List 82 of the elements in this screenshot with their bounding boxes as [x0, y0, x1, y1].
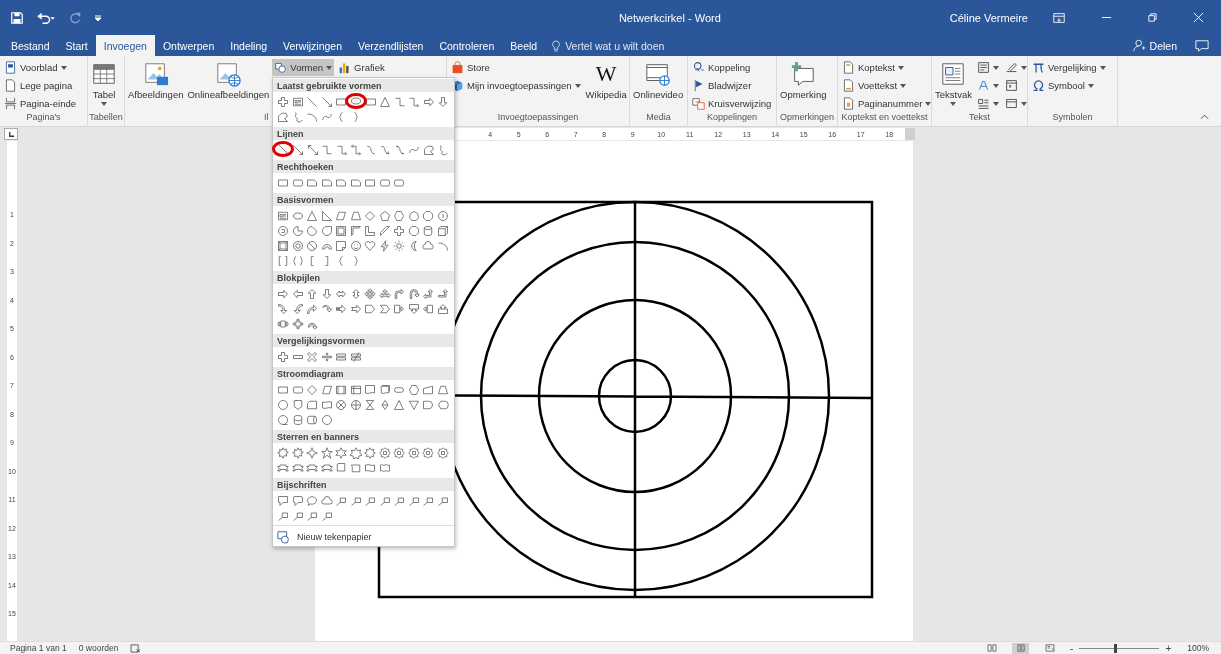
group-label: Il [264, 112, 269, 124]
button-label: Tekstvak [935, 89, 972, 100]
ribbon-button[interactable]: Voettekst [840, 77, 931, 94]
button-label: Paginanummer [858, 98, 923, 109]
wikipedia-logo: W [595, 61, 617, 87]
ribbon-tab[interactable]: Bestand [3, 35, 58, 56]
ribbon-button[interactable]: Voorblad [2, 59, 78, 76]
category-header: Sterren en banners [273, 430, 454, 443]
ribbon-button[interactable]: Onlineafbeeldingen [186, 59, 271, 102]
category-header: Basisvormen [273, 193, 454, 206]
ribbon-button[interactable]: Vormen [272, 59, 335, 76]
category-header: Laatst gebruikte vormen [273, 79, 454, 92]
ribbon-button[interactable]: Lege pagina [2, 77, 78, 94]
ribbon-button[interactable]: Kruisverwijzing [690, 95, 774, 112]
ribbon-tab[interactable]: Start [57, 35, 96, 56]
user-name[interactable]: Céline Vermeire [949, 11, 1028, 24]
button-label: Symbool [1048, 80, 1085, 91]
group-label: Media [646, 112, 671, 124]
window-title: Netwerkcirkel - Word [617, 11, 722, 24]
button-label: Pagina-einde [20, 98, 76, 109]
category-header: Vergelijkingsvormen [273, 334, 454, 347]
ribbon-button[interactable]: Store [449, 59, 583, 76]
tell-me-field[interactable]: Vertel wat u wilt doen [565, 39, 706, 52]
button-label: Voorblad [20, 62, 58, 73]
zoom-in-button[interactable]: + [1165, 642, 1172, 654]
ribbon-button[interactable]: Vergelijking [1030, 59, 1108, 76]
group-label: Koptekst en voettekst [841, 112, 928, 124]
button-label: Vormen [290, 62, 324, 73]
button-label: Mijn invoegtoepassingen [467, 80, 572, 91]
category-header: Bijschriften [273, 478, 454, 491]
ribbon-button[interactable]: W Wikipedia [584, 59, 628, 102]
button-label: Koptekst [858, 62, 895, 73]
group-label: Tekst [969, 112, 990, 124]
new-drawing-canvas-item[interactable]: Nieuw tekenpapier [277, 530, 372, 544]
ribbon-button[interactable]: Tabel [90, 59, 118, 108]
ribbon-tab[interactable]: Beeld [502, 35, 546, 56]
group-label: Tabellen [89, 112, 123, 124]
category-header: Rechthoeken [273, 160, 454, 173]
button-label: Koppeling [708, 62, 751, 73]
group-label: Koppelingen [706, 112, 757, 124]
share-button[interactable]: Delen [1122, 35, 1187, 56]
ribbon-tab[interactable]: Controleren [431, 35, 503, 56]
button-label: Wikipedia [585, 89, 627, 100]
button-label: Kruisverwijzing [708, 98, 772, 109]
ribbon-button[interactable]: Koppeling [690, 59, 774, 76]
category-header: Blokpijlen [273, 271, 454, 284]
ribbon-button[interactable]: Tekstvak [934, 59, 973, 108]
ribbon-button[interactable]: Symbool [1030, 77, 1108, 94]
button-label: Onlineafbeeldingen [187, 89, 270, 100]
button-label: Onlinevideo [633, 89, 684, 100]
category-header: Stroomdiagram [273, 367, 454, 380]
category-header: Lijnen [273, 127, 454, 140]
zoom-level[interactable]: 100% [1187, 643, 1209, 653]
ribbon-button[interactable]: Pagina-einde [2, 95, 78, 112]
ribbon-button[interactable]: Grafiek [336, 59, 387, 76]
button-label: Vergelijking [1048, 62, 1097, 73]
ribbon-button[interactable]: Onlinevideo [632, 59, 685, 102]
button-label: Store [467, 62, 490, 73]
button-label: Bladwijzer [708, 80, 752, 91]
word-count[interactable]: 0 woorden [78, 643, 119, 653]
button-label: Opmerking [780, 89, 827, 100]
ribbon-tab[interactable]: Invoegen [95, 35, 155, 56]
ribbon-tab[interactable]: Indeling [222, 35, 276, 56]
button-label: Grafiek [354, 62, 385, 73]
ribbon-tab[interactable]: Verzendlijsten [350, 35, 432, 56]
button-label: Tabel [92, 89, 116, 100]
ribbon-tab[interactable]: Verwijzingen [275, 35, 351, 56]
ribbon-button[interactable]: Bladwijzer [690, 77, 774, 94]
ribbon-button[interactable]: Paginanummer [840, 95, 931, 112]
button-label: Voettekst [858, 80, 898, 91]
button-label: Lege pagina [20, 80, 73, 91]
zoom-out-button[interactable]: - [1070, 642, 1074, 654]
ribbon-button[interactable]: Koptekst [840, 59, 931, 76]
group-label: Invoegtoepassingen [497, 112, 579, 124]
ribbon-tab[interactable]: Ontwerpen [154, 35, 223, 56]
group-label: Symbolen [1052, 112, 1093, 124]
group-label: Opmerkingen [780, 112, 834, 124]
button-label: Afbeeldingen [128, 89, 184, 100]
ribbon-button[interactable]: Afbeeldingen [127, 59, 185, 102]
ribbon-button[interactable]: Opmerking [779, 59, 828, 102]
page-count[interactable]: Pagina 1 van 1 [10, 643, 67, 653]
group-label: Pagina's [26, 112, 61, 124]
